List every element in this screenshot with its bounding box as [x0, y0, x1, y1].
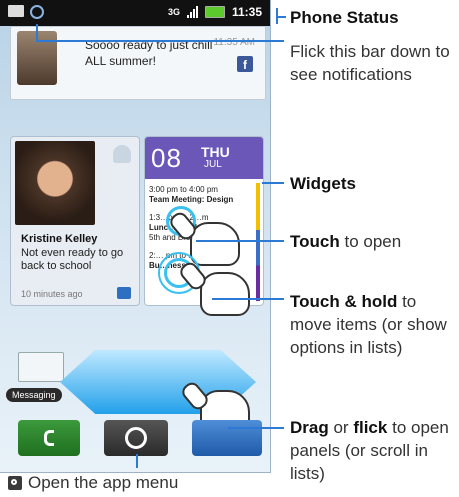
messaging-label: Messaging	[6, 388, 62, 402]
notification-time: 11:35 AM	[213, 37, 255, 48]
phone-screen: 3G 11:35 Soooo ready to just chill ALL s…	[0, 0, 271, 473]
callout-line	[212, 298, 284, 300]
calendar-month: JUL	[204, 159, 222, 170]
phone-icon	[44, 430, 54, 446]
callout-line	[36, 24, 38, 40]
battery-icon	[204, 6, 225, 18]
hold-label: Touch & hold to move items (or show opti…	[290, 290, 458, 359]
facebook-icon: f	[237, 56, 253, 72]
calendar-date: 08	[151, 143, 182, 173]
callout-line	[228, 427, 284, 429]
browser-button[interactable]	[192, 420, 262, 456]
contact-status: Not even ready to go back to school	[21, 247, 124, 272]
callout-line	[276, 16, 286, 18]
app-menu-button[interactable]	[104, 420, 168, 456]
mail-icon	[8, 5, 24, 17]
calendar-header: 08 THU JUL	[145, 137, 263, 179]
event-time: 1:3…pm …2…m	[149, 213, 209, 222]
calendar-day: THU	[201, 144, 230, 160]
app-menu-caption: Open the app menu	[8, 473, 178, 493]
flick-label-bold: flick	[353, 418, 388, 437]
contact-name: Kristine Kelley	[21, 233, 98, 245]
hold-label-bold: Touch & hold	[290, 292, 398, 311]
callout-line	[196, 240, 284, 242]
envelope-icon[interactable]	[18, 352, 64, 382]
sync-icon	[30, 5, 44, 19]
callout-line	[136, 454, 138, 468]
event-time: 3:00 pm to 4:00 pm	[149, 185, 218, 194]
event-title: Team Meeting: Design	[149, 195, 234, 204]
touch-label-bold: Touch	[290, 232, 340, 251]
person-icon	[113, 145, 131, 163]
drag-label: Drag or flick to open panels (or scroll …	[290, 416, 458, 485]
signal-icon	[186, 6, 198, 18]
status-bar[interactable]: 3G 11:35	[0, 0, 270, 26]
phone-status-label: Phone Status	[290, 8, 399, 27]
contact-photo	[15, 141, 95, 225]
drag-label-or: or	[333, 418, 349, 437]
contact-time: 10 minutes ago	[21, 289, 83, 299]
widgets-label: Widgets	[290, 174, 356, 193]
home-icon	[125, 427, 147, 449]
drag-label-bold: Drag	[290, 418, 329, 437]
calendar-color-bar	[256, 183, 260, 301]
callout-line	[36, 40, 284, 42]
hand-icon	[200, 272, 250, 316]
callout-line	[262, 182, 284, 184]
phone-button[interactable]	[18, 420, 80, 456]
status-time: 11:35	[231, 5, 262, 19]
app-menu-icon	[8, 476, 22, 490]
network-type: 3G	[167, 7, 180, 17]
notification-card[interactable]: Soooo ready to just chill ALL summer! 11…	[10, 26, 266, 100]
contact-widget[interactable]: Kristine Kelley Not even ready to go bac…	[10, 136, 140, 306]
message-icon[interactable]	[117, 287, 131, 299]
calendar-event[interactable]: 3:00 pm to 4:00 pm Team Meeting: Design	[149, 185, 249, 205]
hand-icon	[190, 222, 240, 266]
touch-label-rest: to open	[344, 232, 402, 251]
touch-label: Touch to open	[290, 230, 458, 253]
app-menu-label: Open the app menu	[28, 473, 179, 492]
flick-label: Flick this bar down to see notifications	[290, 42, 450, 84]
